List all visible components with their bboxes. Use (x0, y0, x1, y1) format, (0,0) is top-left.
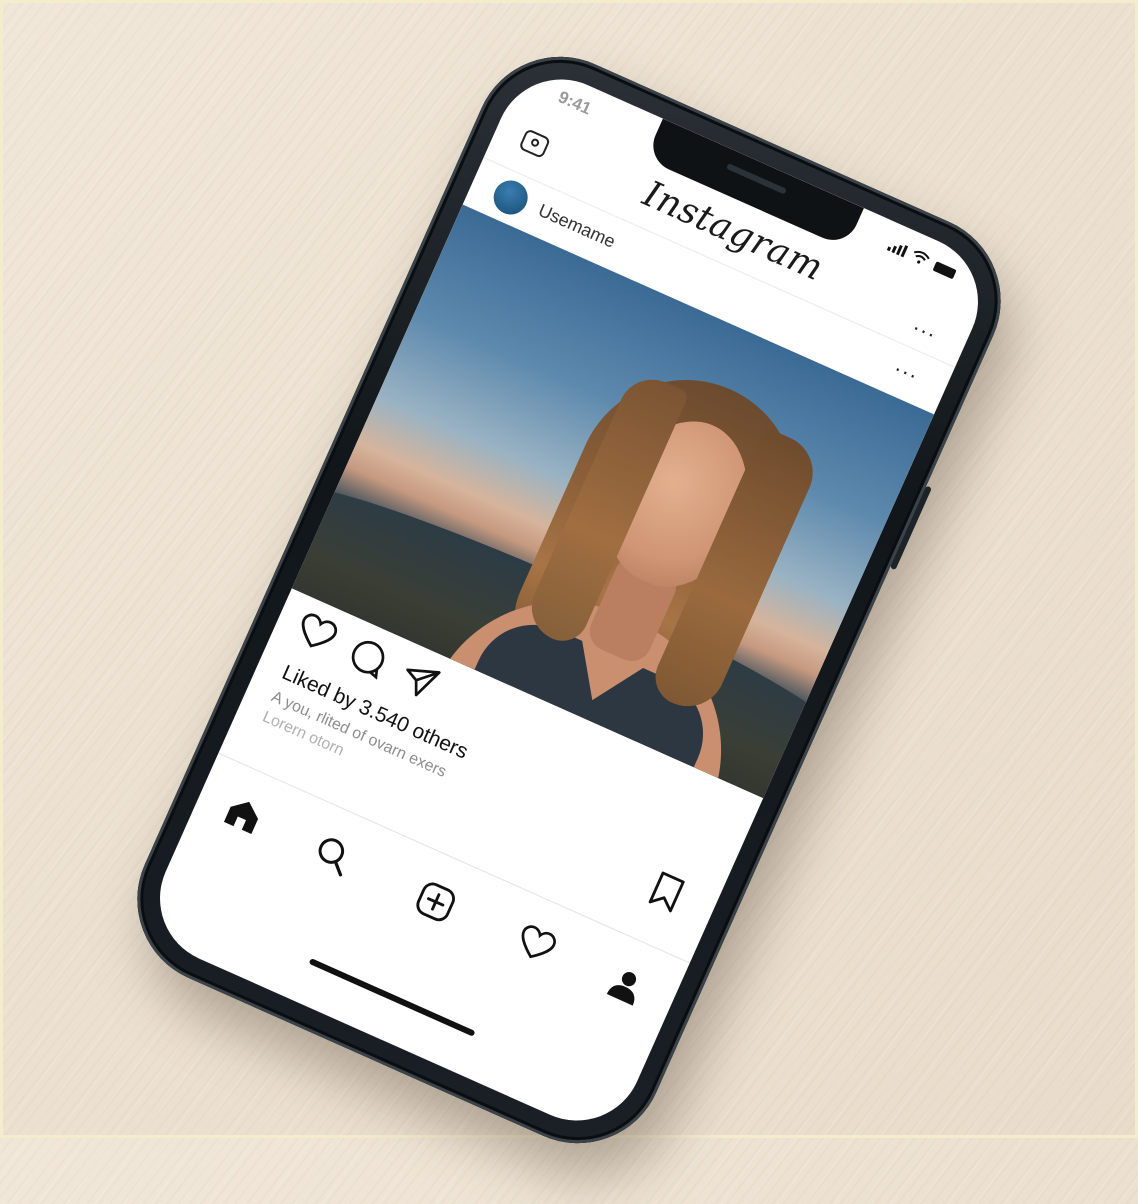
speaker-grille (726, 163, 787, 195)
status-time: 9:41 (555, 87, 595, 119)
status-icons (886, 238, 958, 280)
activity-heart-icon[interactable] (513, 922, 560, 968)
paper-plane-icon[interactable] (396, 656, 444, 704)
person-icon[interactable] (603, 962, 649, 1009)
phone-screen: 9:41 Instagram ... Usemame ... Liked by … (138, 58, 1000, 1142)
home-icon[interactable] (220, 791, 267, 837)
bookmark-icon[interactable] (644, 868, 689, 916)
post-more-button[interactable]: ... (892, 351, 925, 385)
wifi-icon (914, 250, 930, 264)
search-icon[interactable] (309, 831, 357, 879)
avatar[interactable] (488, 175, 534, 220)
battery-icon (932, 261, 957, 280)
comment-bubble-icon[interactable] (345, 634, 393, 682)
heart-outline-icon[interactable] (292, 610, 341, 657)
add-square-icon[interactable] (411, 877, 461, 927)
signal-icon (886, 239, 909, 258)
